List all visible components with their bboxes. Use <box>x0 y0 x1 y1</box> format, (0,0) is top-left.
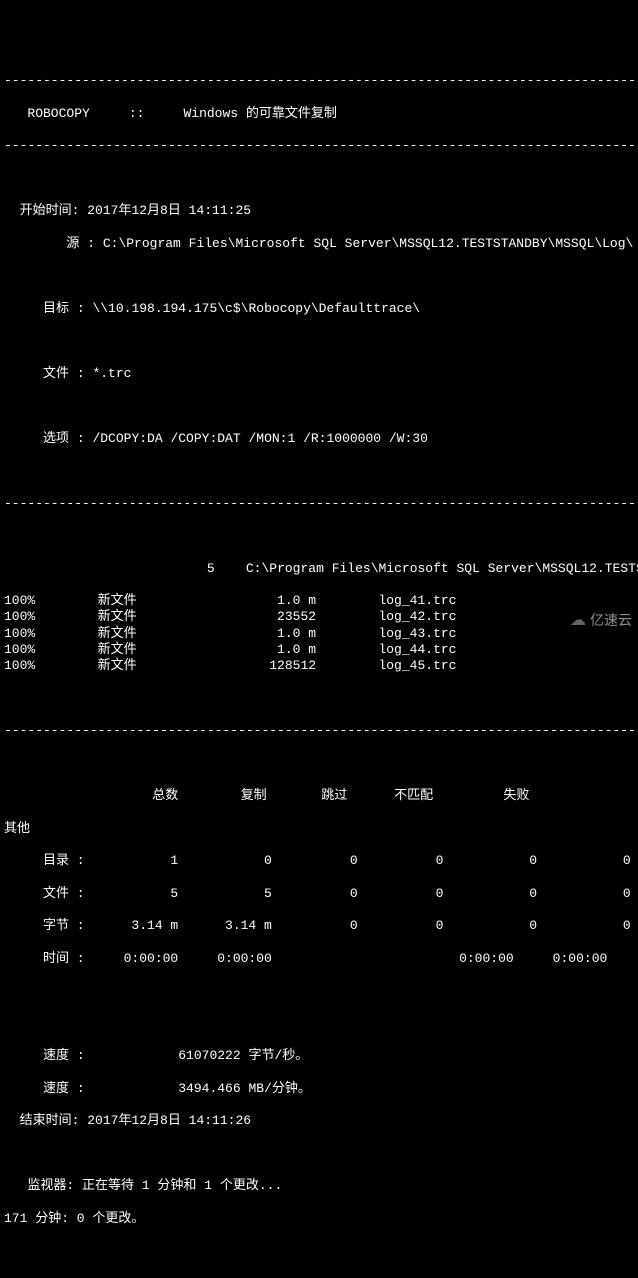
blank <box>4 691 638 707</box>
summary-bytes: 字节 : 3.14 m 3.14 m 0 0 0 0 <box>4 918 638 934</box>
header-line: ROBOCOPY :: Windows 的可靠文件复制 <box>4 106 638 122</box>
speed-2: 速度 : 3494.466 MB/分钟。 <box>4 1081 638 1097</box>
extras-label: 其他 <box>4 821 638 837</box>
summary-header: 总数 复制 跳过 不匹配 失败 <box>4 788 638 804</box>
blank <box>4 398 638 414</box>
file-row: 100% 新文件 128512 log_45.trc <box>4 658 638 674</box>
blank <box>4 756 638 772</box>
files-pattern: 文件 : *.trc <box>4 366 638 382</box>
options: 选项 : /DCOPY:DA /COPY:DAT /MON:1 /R:10000… <box>4 431 638 447</box>
app-name: ROBOCOPY <box>27 106 89 121</box>
scan-line: 5 C:\Program Files\Microsoft SQL Server\… <box>4 561 638 577</box>
blank <box>4 983 638 999</box>
file-row: 100% 新文件 1.0 m log_44.trc <box>4 642 638 658</box>
blank <box>4 1146 638 1162</box>
blank <box>4 333 638 349</box>
start-time: 开始时间: 2017年12月8日 14:11:25 <box>4 203 638 219</box>
end-time: 结束时间: 2017年12月8日 14:11:26 <box>4 1113 638 1129</box>
file-row: 100% 新文件 1.0 m log_41.trc <box>4 593 638 609</box>
summary-dirs: 目录 : 1 0 0 0 0 0 <box>4 853 638 869</box>
blank <box>4 1016 638 1032</box>
file-list: 100% 新文件 1.0 m log_41.trc100% 新文件 23552 … <box>4 593 638 674</box>
blank <box>4 171 638 187</box>
summary-time: 时间 : 0:00:00 0:00:00 0:00:00 0:00:00 <box>4 951 638 967</box>
divider: ----------------------------------------… <box>4 73 638 89</box>
dest-path: 目标 : \\10.198.194.175\c$\Robocopy\Defaul… <box>4 301 638 317</box>
monitor: 监视器: 正在等待 1 分钟和 1 个更改... <box>4 1178 638 1194</box>
bottom-status: 171 分钟: 0 个更改。 <box>4 1211 638 1227</box>
divider: ----------------------------------------… <box>4 138 638 154</box>
app-title: Windows 的可靠文件复制 <box>183 106 336 121</box>
file-row: 100% 新文件 1.0 m log_43.trc <box>4 626 638 642</box>
summary-files: 文件 : 5 5 0 0 0 0 <box>4 886 638 902</box>
divider: ----------------------------------------… <box>4 723 638 739</box>
file-row: 100% 新文件 23552 log_42.trc <box>4 609 638 625</box>
blank <box>4 268 638 284</box>
blank <box>4 528 638 544</box>
speed-1: 速度 : 61070222 字节/秒。 <box>4 1048 638 1064</box>
divider: ----------------------------------------… <box>4 496 638 512</box>
blank <box>4 463 638 479</box>
source-path: 源 : C:\Program Files\Microsoft SQL Serve… <box>4 236 638 252</box>
